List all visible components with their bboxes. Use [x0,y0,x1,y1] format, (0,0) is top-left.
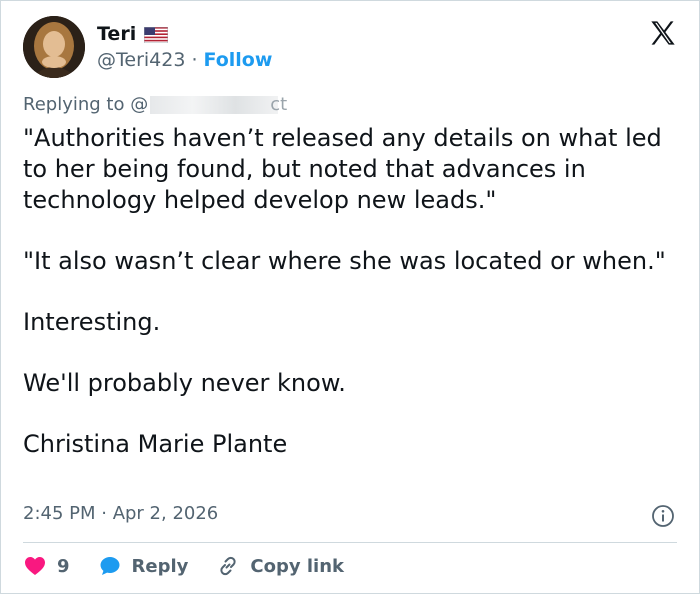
heart-icon [25,557,45,575]
reply-button[interactable]: Reply [98,554,189,578]
tweet-paragraph: Interesting. [23,308,161,336]
x-logo-icon[interactable] [649,19,677,47]
follow-button[interactable]: Follow [203,49,272,71]
info-icon[interactable] [651,504,675,528]
divider [23,542,677,543]
action-bar: 9 Reply Copy link [23,554,372,578]
avatar[interactable] [23,16,85,78]
handle[interactable]: @Teri423 [97,49,185,71]
display-name[interactable]: Teri [97,23,136,45]
handle-separator: · [191,49,198,71]
redacted-handle [150,95,279,114]
like-count: 9 [57,555,70,577]
like-button[interactable]: 9 [23,554,70,578]
tweet-paragraph: "Authorities haven’t released any detail… [23,124,662,214]
tweet-paragraph: We'll probably never know. [23,369,346,397]
replying-to-label: Replying to @ [23,94,149,115]
tweet-paragraph: Christina Marie Plante [23,430,288,458]
reply-label: Reply [131,555,189,577]
tweet-card: Teri @Teri423 · Follow Replying to @ ct [0,0,700,594]
tweet-body: "Authorities haven’t released any detail… [23,123,683,490]
author-name-row: Teri [97,23,169,45]
copy-link-label: Copy link [250,555,344,577]
handle-row: @Teri423 · Follow [97,49,272,71]
speech-bubble-icon [100,557,120,575]
tweet-timestamp[interactable]: 2:45 PM · Apr 2, 2026 [23,503,218,524]
link-icon [220,556,237,576]
redacted-handle-tail: ct [270,94,288,115]
copy-link-button[interactable]: Copy link [216,554,344,578]
tweet-paragraph: "It also wasn’t clear where she was loca… [23,247,666,275]
us-flag-icon [143,26,169,44]
replying-to: Replying to @ ct [23,94,287,115]
